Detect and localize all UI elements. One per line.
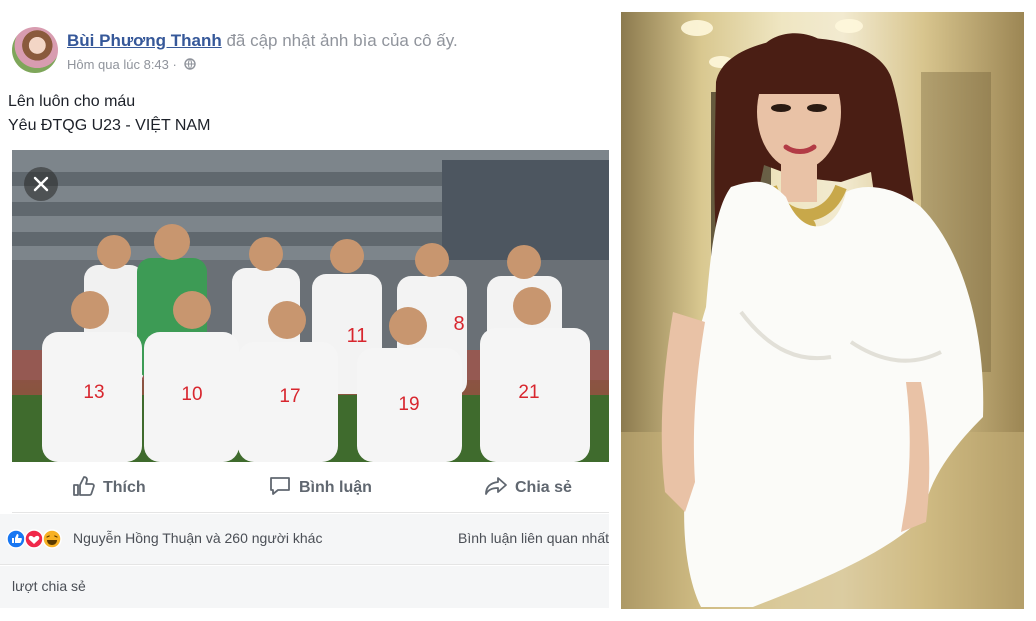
comment-label: Bình luận	[299, 479, 372, 496]
post-actions-bar: Thích Bình luận Chia sẻ	[12, 464, 609, 513]
jersey-number: 13	[83, 382, 104, 403]
post-message: Lên luôn cho máu Yêu ĐTQG U23 - VIỆT NAM	[8, 90, 210, 138]
team-photo[interactable]: 11 8 13 10 17 19 21	[12, 150, 609, 462]
like-reaction-icon	[6, 529, 26, 549]
reaction-icons[interactable]	[6, 529, 68, 549]
author-name-link[interactable]: Bùi Phương Thanh	[67, 31, 222, 50]
globe-icon[interactable]	[183, 58, 196, 73]
reaction-summary[interactable]: Nguyễn Hồng Thuận và 260 người khác	[73, 530, 322, 546]
comment-bubble-icon	[268, 475, 292, 502]
portrait-illustration	[621, 19, 1024, 609]
post-meta: Hôm qua lúc 8:43 ·	[67, 57, 196, 73]
close-icon[interactable]	[24, 167, 58, 201]
comment-filter-dropdown[interactable]: Bình luận liên quan nhất	[458, 530, 609, 546]
share-count[interactable]: lượt chia sẻ	[12, 578, 86, 594]
reactions-bar: Nguyễn Hồng Thuận và 260 người khác Bình…	[0, 514, 609, 565]
author-avatar[interactable]	[12, 27, 58, 73]
love-reaction-icon	[24, 529, 44, 549]
shares-bar: lượt chia sẻ	[0, 566, 609, 608]
share-label: Chia sẻ	[515, 479, 572, 496]
comment-button[interactable]: Bình luận	[268, 464, 372, 512]
haha-reaction-icon	[42, 529, 62, 549]
jersey-number: 8	[453, 313, 464, 335]
post-header: Bùi Phương Thanh đã cập nhật ảnh bìa của…	[67, 31, 458, 51]
jersey-number: 19	[398, 394, 419, 415]
thumbs-up-icon	[72, 475, 96, 502]
jersey-number: 21	[518, 382, 539, 403]
portrait-photo	[621, 12, 1024, 609]
jersey-number: 11	[347, 325, 368, 347]
share-button[interactable]: Chia sẻ	[484, 464, 572, 512]
jersey-number: 17	[279, 386, 300, 407]
like-label: Thích	[103, 479, 146, 496]
team-photo-illustration: 11 8 13 10 17 19 21	[12, 150, 609, 462]
share-arrow-icon	[484, 475, 508, 502]
post-text-line: Lên luôn cho máu	[8, 93, 136, 110]
jersey-number: 10	[181, 384, 202, 405]
like-button[interactable]: Thích	[72, 464, 146, 512]
post-action-text: đã cập nhật ảnh bìa của cô ấy.	[226, 31, 458, 50]
facebook-post: Bùi Phương Thanh đã cập nhật ảnh bìa của…	[0, 0, 612, 611]
post-timestamp[interactable]: Hôm qua lúc 8:43	[67, 57, 169, 72]
post-text-line: Yêu ĐTQG U23 - VIỆT NAM	[8, 117, 211, 134]
